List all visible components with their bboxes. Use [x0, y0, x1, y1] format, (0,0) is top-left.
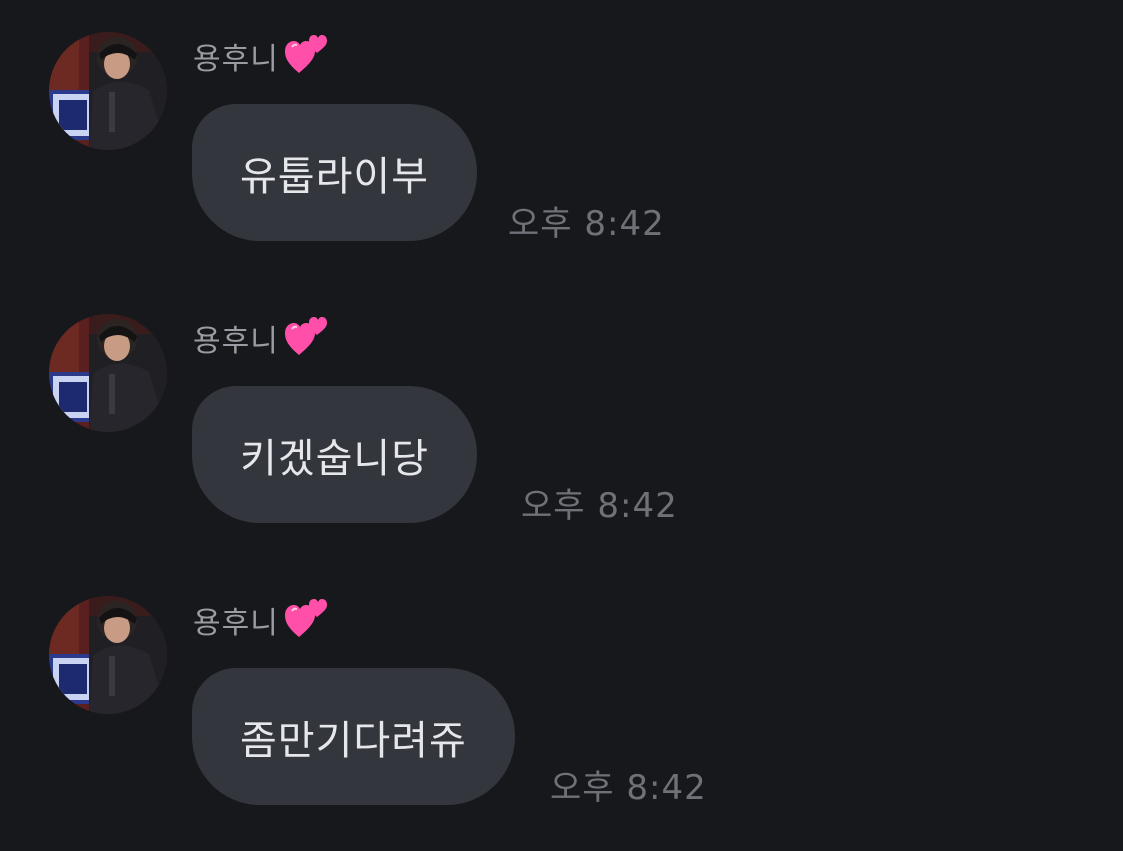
avatar-photo: [49, 314, 167, 432]
sender-name: 용후니: [193, 324, 279, 359]
sender-header: 용후니: [193, 594, 331, 646]
sender-name: 용후니: [193, 606, 279, 641]
chat-message: 용후니 키겠숩니당 오후 8:42: [0, 312, 1123, 532]
avatar-photo: [49, 32, 167, 150]
message-text: 키겠숩니당: [240, 435, 429, 482]
avatar[interactable]: [49, 32, 167, 150]
two-hearts-icon: [283, 593, 331, 641]
message-time: 오후 8:42: [508, 204, 665, 244]
two-hearts-icon: [283, 311, 331, 359]
message-text: 좀만기다려쥬: [240, 717, 467, 764]
message-bubble[interactable]: 키겠숩니당: [192, 386, 477, 523]
avatar[interactable]: [49, 596, 167, 714]
message-time: 오후 8:42: [550, 768, 707, 808]
two-hearts-icon: [283, 29, 331, 77]
chat-message-list: 용후니 유툽라이부 오후 8:42 용후니 키겠숩니당 오후 8:42 용후니 …: [0, 0, 1123, 851]
chat-message: 용후니 좀만기다려쥬 오후 8:42: [0, 594, 1123, 814]
sender-header: 용후니: [193, 30, 331, 82]
message-bubble[interactable]: 좀만기다려쥬: [192, 668, 515, 805]
message-time: 오후 8:42: [521, 486, 678, 526]
sender-name: 용후니: [193, 42, 279, 77]
message-bubble[interactable]: 유툽라이부: [192, 104, 477, 241]
sender-header: 용후니: [193, 312, 331, 364]
chat-message: 용후니 유툽라이부 오후 8:42: [0, 30, 1123, 250]
avatar[interactable]: [49, 314, 167, 432]
message-text: 유툽라이부: [240, 153, 429, 200]
avatar-photo: [49, 596, 167, 714]
